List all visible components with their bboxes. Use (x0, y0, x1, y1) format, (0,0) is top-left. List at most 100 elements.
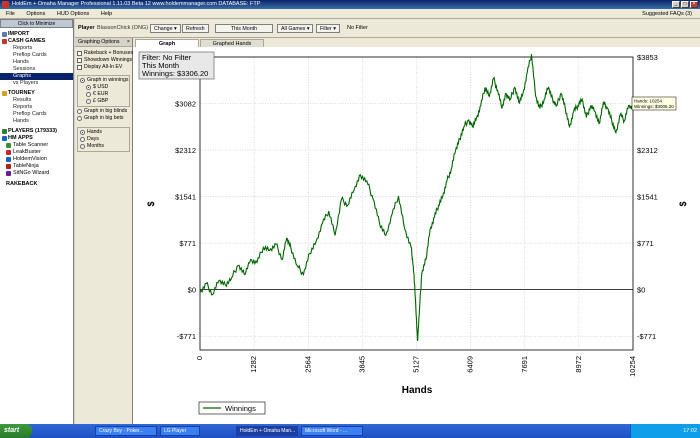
tableninja-icon (6, 164, 11, 169)
checkbox-box (77, 65, 82, 70)
sidebar-item-t-reports[interactable]: Reports (0, 104, 73, 111)
maximize-button[interactable]: □ (681, 1, 689, 8)
y-tick-label-left: $2312 (175, 146, 196, 155)
sidebar-app-leakbuster[interactable]: LeakBuster (0, 149, 73, 156)
info-box: Filter: No Filter This Month Winnings: $… (138, 51, 215, 80)
radio-dot (80, 144, 85, 149)
option-label: $ USD (93, 84, 109, 90)
sidebar-players[interactable]: PLAYERS (179333) (0, 128, 73, 135)
close-button[interactable]: × (690, 1, 698, 8)
refresh-button[interactable]: Refresh (182, 24, 209, 33)
chart-grid (199, 56, 634, 350)
table-scanner-icon (6, 143, 11, 148)
option-label: Months (87, 143, 105, 149)
change-player-dropdown[interactable]: Change ▾ (150, 24, 181, 33)
currency-gbp-radio[interactable]: £ GBP (78, 98, 129, 105)
sidebar-item-t-hands[interactable]: Hands (0, 118, 73, 125)
sidebar-item-hands[interactable]: Hands (0, 59, 73, 66)
app-label: TableNinja (13, 163, 39, 169)
menu-options[interactable]: Options (26, 11, 45, 17)
suggested-faqs-link[interactable]: Suggested FAQs (3) (642, 9, 692, 19)
y-tick-label-right: -$771 (637, 332, 656, 341)
sidebar-item-graphs[interactable]: Graphs (0, 73, 73, 80)
app-icon (2, 1, 9, 8)
menu-help[interactable]: Help (101, 11, 112, 17)
y-tick-label-left: $0 (188, 286, 196, 295)
sidebar: Click to Minimize IMPORT CASH GAMES Repo… (0, 19, 74, 424)
sidebar-app-holdemvision[interactable]: HoldemVision (0, 156, 73, 163)
graph-tabs: Graph Graphed Hands (133, 38, 700, 47)
sidebar-tourney[interactable]: TOURNEY (0, 90, 73, 97)
plot-frame (199, 56, 634, 351)
task-holdem-manager[interactable]: HoldEm + Omaha Man... (236, 426, 298, 436)
filter-dropdown[interactable]: Filter ▾ (316, 24, 340, 33)
radio-dot (77, 109, 82, 114)
radio-dot (77, 116, 82, 121)
menu-file[interactable]: File (6, 11, 15, 17)
tooltip-hands: Hands: 10254 (634, 99, 663, 104)
tab-graphed-hands[interactable]: Graphed Hands (200, 39, 264, 47)
option-label: € EUR (93, 91, 109, 97)
games-dropdown[interactable]: All Games ▾ (277, 24, 313, 33)
showdown-winnings-checkbox[interactable]: Showdown Winnings (75, 57, 132, 64)
graph-winnings-radio[interactable]: Graph in winnings (78, 77, 129, 84)
minimize-button[interactable]: _ (672, 1, 680, 8)
graph-big-bets-radio[interactable]: Graph in big bets (75, 115, 132, 122)
y-tick-label-right: $2312 (637, 146, 658, 155)
y-tick-label-left: -$771 (177, 332, 196, 341)
rakeback-bonuses-checkbox[interactable]: Rakeback + Bonuses (75, 50, 133, 57)
sidebar-app-table-scanner[interactable]: Table Scanner (0, 142, 73, 149)
x-ticks: 0 1282 2564 3845 5127 6409 7691 8972 10254 (195, 356, 637, 377)
start-button[interactable]: start (0, 424, 32, 438)
display-allin-ev-checkbox[interactable]: Display All-In EV (75, 64, 132, 71)
xaxis-hands-radio[interactable]: Hands (78, 129, 129, 136)
radio-dot (86, 99, 91, 104)
task-lg-player[interactable]: LG Player (160, 426, 200, 436)
task-poker[interactable]: Crazy Boy - Poker... (95, 426, 157, 436)
sidebar-app-tableninja[interactable]: TableNinja (0, 163, 73, 170)
filter-label: Filter (320, 26, 332, 32)
sidebar-item-results[interactable]: Results (0, 97, 73, 104)
xaxis-months-radio[interactable]: Months (78, 143, 129, 150)
sidebar-app-sitngo-wizard[interactable]: SitNGo Wizard (0, 170, 73, 177)
sidebar-item-vs-players[interactable]: vs Players (0, 80, 73, 87)
menu-hud-options[interactable]: HUD Options (57, 11, 89, 17)
xaxis-days-radio[interactable]: Days (78, 136, 129, 143)
sidebar-rakeback[interactable]: RAKEBACK (0, 181, 73, 188)
x-tick-label: 6409 (466, 356, 475, 373)
sidebar-import[interactable]: IMPORT (0, 31, 73, 38)
y-ticks-right: -$771$0$771$1541$2312$3082$3853 (637, 53, 658, 341)
sidebar-item-reports[interactable]: Reports (0, 45, 73, 52)
sidebar-item-t-preflop-cards[interactable]: Preflop Cards (0, 111, 73, 118)
radio-dot (80, 137, 85, 142)
hover-tooltip: Hands: 10254 Winnings: $3006.20 (631, 96, 677, 111)
legend-label: Winnings (225, 404, 256, 413)
x-tick-label: 1282 (249, 356, 258, 373)
radio-dot (80, 130, 85, 135)
minimize-sidebar-button[interactable]: Click to Minimize (0, 19, 73, 28)
winnings-chart: -$771 $0 $771 $1541 $2312 $3082 $3853 -$771 $0 $… (138, 51, 688, 415)
graph-big-blinds-radio[interactable]: Graph in big blinds (75, 108, 132, 115)
graphing-options-title: Graphing Options (78, 39, 120, 45)
graphing-options-header: Graphing Options × (75, 38, 132, 47)
task-word[interactable]: Microsoft Word - ... (301, 426, 363, 436)
app-label: Table Scanner (13, 142, 49, 148)
change-label: Change (154, 26, 173, 32)
tab-graph[interactable]: Graph (135, 39, 199, 47)
y-ticks-left: -$771$0$771$1541$2312$3082$3853 (175, 53, 196, 341)
y-tick-label-right: $0 (637, 286, 645, 295)
sidebar-hm-apps[interactable]: HM APPS (0, 135, 73, 142)
cash-games-icon (2, 39, 7, 44)
sidebar-item-sessions[interactable]: Sessions (0, 66, 73, 73)
x-tick-label: 2564 (303, 356, 312, 373)
currency-eur-radio[interactable]: € EUR (78, 91, 129, 98)
period-selector[interactable]: This Month (215, 24, 273, 33)
currency-usd-radio[interactable]: $ USD (78, 84, 129, 91)
sidebar-item-preflop-cards[interactable]: Preflop Cards (0, 52, 73, 59)
x-axis-label: Hands (402, 385, 433, 396)
leakbuster-icon (6, 150, 11, 155)
sidebar-cash-games[interactable]: CASH GAMES (0, 38, 73, 45)
close-panel-icon[interactable]: × (127, 38, 130, 47)
x-tick-label: 5127 (412, 356, 421, 373)
option-label: Graph in big bets (84, 115, 124, 121)
